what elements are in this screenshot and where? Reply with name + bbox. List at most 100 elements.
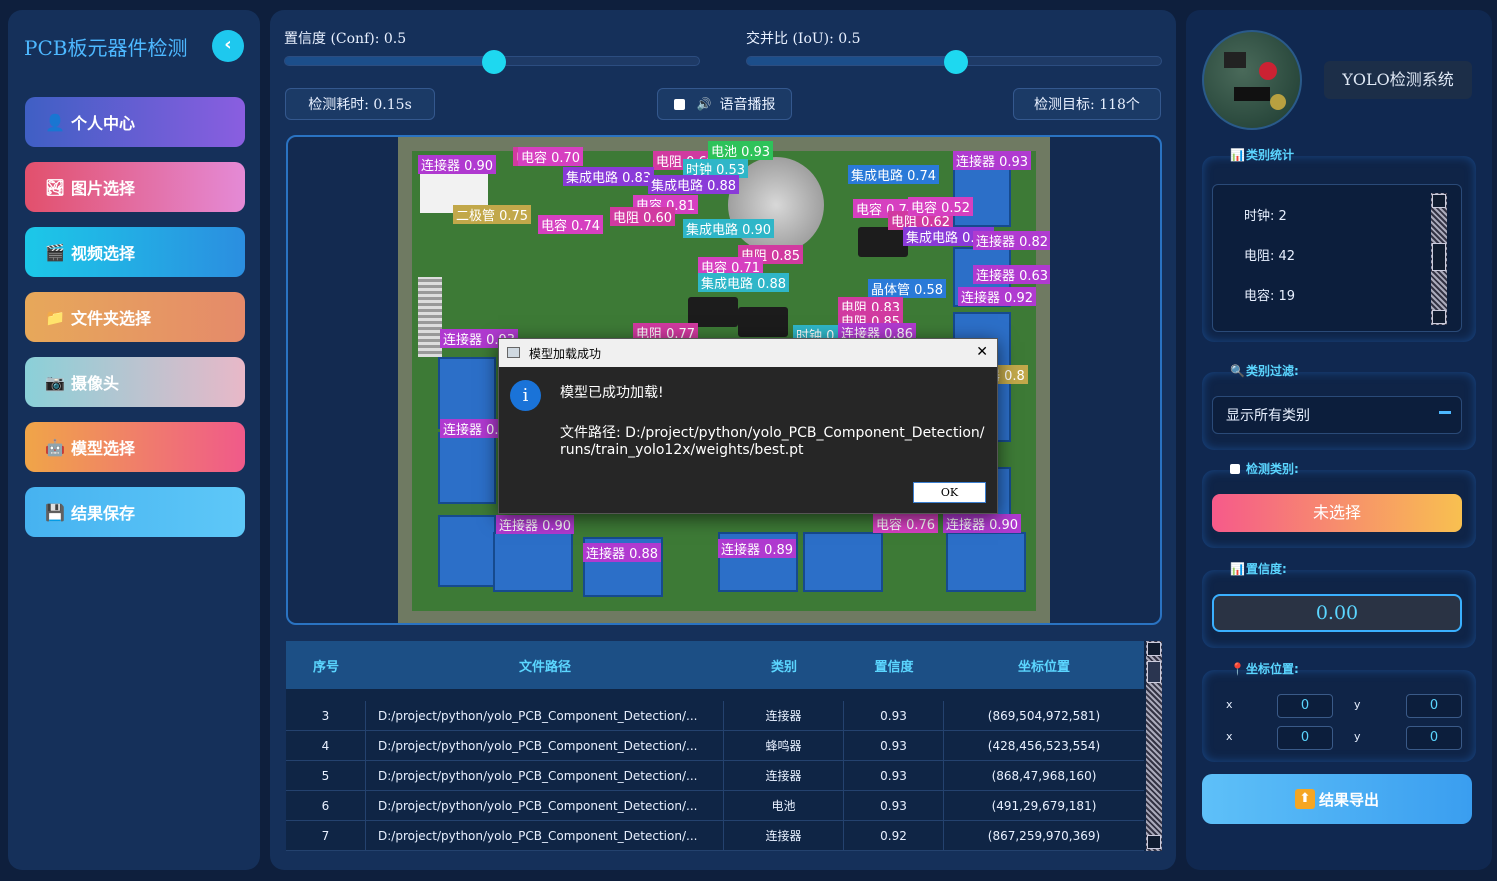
camera-icon: 📷	[45, 372, 65, 392]
iou-slider-label: 交并比 (IoU): 0.5	[746, 31, 861, 47]
nav-label: 摄像头	[71, 374, 120, 393]
nav-image-select-button[interactable]: 🏞 图片选择	[25, 162, 245, 212]
conf-slider-handle[interactable]	[482, 50, 506, 74]
detection-label: 连接器 0.88	[583, 543, 662, 562]
stats-scrollbar[interactable]	[1431, 193, 1447, 325]
table-cell: (428,456,523,554)	[987, 738, 1101, 753]
terminal-block	[803, 532, 883, 592]
export-button[interactable]: ⬆ 结果导出	[1202, 774, 1472, 824]
table-cell: D:/project/python/yolo_PCB_Component_Det…	[366, 821, 724, 850]
coord-y2-label: y	[1354, 730, 1361, 743]
table-row[interactable]: 3 D:/project/python/yolo_PCB_Component_De…	[286, 701, 1144, 731]
terminal-block	[438, 515, 496, 587]
table-cell: 连接器	[724, 701, 844, 730]
table-cell: (868,47,968,160)	[991, 768, 1097, 783]
header-conf: 置信度	[874, 659, 914, 675]
table-cell: D:/project/python/yolo_PCB_Component_Det…	[366, 791, 724, 820]
iou-slider-fill	[747, 57, 955, 65]
table-cell: 5	[286, 761, 366, 790]
table-cell: 4	[286, 731, 366, 760]
scroll-up-button[interactable]	[1147, 642, 1161, 656]
nav-camera-button[interactable]: 📷 摄像头	[25, 357, 245, 407]
pin-icon: 📍	[1230, 662, 1245, 676]
profile-icon: 👤	[45, 112, 65, 132]
app-title: PCB板元器件检测	[24, 36, 188, 60]
stat-item: 电容: 19	[1244, 289, 1296, 304]
nav-save-results-button[interactable]: 💾 结果保存	[25, 487, 245, 537]
dialog-path-line1: 文件路径: D:/project/python/yolo_PCB_Compone…	[560, 425, 985, 441]
collapse-sidebar-button[interactable]: ‹	[212, 30, 244, 62]
window-icon	[507, 347, 520, 358]
table-cell: 0.93	[844, 701, 944, 730]
filter-title: 类别过滤:	[1246, 364, 1299, 378]
filter-card: 🔍 类别过滤: 显示所有类别	[1202, 364, 1476, 450]
nav-model-select-button[interactable]: 🤖 模型选择	[25, 422, 245, 472]
ok-button[interactable]: OK	[913, 482, 986, 503]
terminal-block	[946, 532, 1026, 592]
stats-list[interactable]: 时钟: 2 电阻: 42 电容: 19	[1212, 184, 1462, 332]
coord-x1-label: x	[1226, 698, 1233, 711]
coordinates-card: 📍 坐标位置: x 0 y 0 x 0 y 0	[1202, 662, 1476, 762]
coord-x2-label: x	[1226, 730, 1233, 743]
detection-label: 二极管 0.75	[453, 205, 532, 224]
nav-profile-button[interactable]: 👤 个人中心	[25, 97, 245, 147]
confidence-title: 置信度:	[1246, 562, 1287, 576]
terminal-block	[493, 532, 573, 592]
table-cell: D:/project/python/yolo_PCB_Component_Det…	[366, 731, 724, 760]
save-results-icon: 💾	[45, 502, 65, 522]
results-table[interactable]: 序号 文件路径 类别 置信度 坐标位置 3 D:/project/python/y…	[286, 641, 1162, 851]
nav-label: 模型选择	[71, 439, 136, 458]
conf-slider-fill	[285, 57, 493, 65]
detect-class-button[interactable]: 未选择	[1212, 494, 1462, 532]
detection-label: 集成电路 0.90	[683, 219, 775, 238]
coord-y2-value: 0	[1406, 726, 1462, 750]
table-row[interactable]: 7 D:/project/python/yolo_PCB_Component_De…	[286, 821, 1144, 851]
nav-folder-select-button[interactable]: 📁 文件夹选择	[25, 292, 245, 342]
nav-label: 结果保存	[71, 504, 136, 523]
filter-value: 显示所有类别	[1226, 408, 1310, 424]
right-panel: YOLO检测系统 📊 类别统计 时钟: 2 电阻: 42 电容: 19 🔍 类别…	[1186, 10, 1492, 870]
header-coords: 坐标位置	[1017, 659, 1070, 675]
table-cell: D:/project/python/yolo_PCB_Component_Det…	[366, 761, 724, 790]
ribbon-cable	[418, 277, 442, 357]
checkbox-icon[interactable]	[673, 98, 685, 110]
coord-x2-value: 0	[1277, 726, 1333, 750]
terminal-block	[438, 432, 496, 504]
stat-item: 时钟: 2	[1244, 209, 1287, 224]
class-filter-select[interactable]: 显示所有类别	[1212, 396, 1462, 434]
table-scrollbar[interactable]	[1146, 641, 1162, 851]
coord-x1-value: 0	[1277, 694, 1333, 718]
detection-label: 晶体管 0.58	[868, 279, 947, 298]
stats-title: 类别统计	[1246, 148, 1295, 162]
coord-y1-label: y	[1354, 698, 1361, 711]
conf-slider-label: 置信度 (Conf): 0.5	[284, 31, 407, 47]
detection-label: 电阻 0.60	[610, 207, 676, 226]
nav-label: 图片选择	[71, 179, 136, 198]
info-icon: i	[510, 380, 541, 411]
voice-toggle[interactable]: 🔊 语音播报	[657, 88, 792, 120]
close-icon[interactable]: ✕	[976, 344, 988, 360]
iou-slider[interactable]	[746, 50, 1162, 74]
confidence-value: 0.00	[1212, 594, 1462, 632]
table-cell: (867,259,970,369)	[987, 828, 1101, 843]
detect-class-card: 检测类别: 未选择	[1202, 462, 1476, 548]
detection-label: 电容 0.52	[908, 197, 974, 216]
detection-label: 电池 0.93	[708, 141, 774, 160]
table-row[interactable]: 5 D:/project/python/yolo_PCB_Component_De…	[286, 761, 1144, 791]
detection-label: 集成电路 0.88	[698, 273, 790, 292]
table-row[interactable]: 4 D:/project/python/yolo_PCB_Component_De…	[286, 731, 1144, 761]
table-row[interactable]: 6 D:/project/python/yolo_PCB_Component_De…	[286, 791, 1144, 821]
detection-label: 连接器 0.92	[958, 287, 1037, 306]
iou-slider-handle[interactable]	[944, 50, 968, 74]
model-select-icon: 🤖	[45, 437, 65, 457]
nav-video-select-button[interactable]: 🎬 视频选择	[25, 227, 245, 277]
detection-label: 连接器 0.89	[718, 539, 797, 558]
detection-label: 连接器 0.90	[418, 155, 497, 174]
table-cell: 连接器	[724, 761, 844, 790]
nav-label: 个人中心	[71, 114, 136, 133]
table-cell: 7	[286, 821, 366, 850]
scroll-thumb[interactable]	[1147, 661, 1161, 683]
table-cell: 0.93	[844, 731, 944, 760]
scroll-down-button[interactable]	[1147, 835, 1161, 849]
conf-slider[interactable]	[284, 50, 700, 74]
